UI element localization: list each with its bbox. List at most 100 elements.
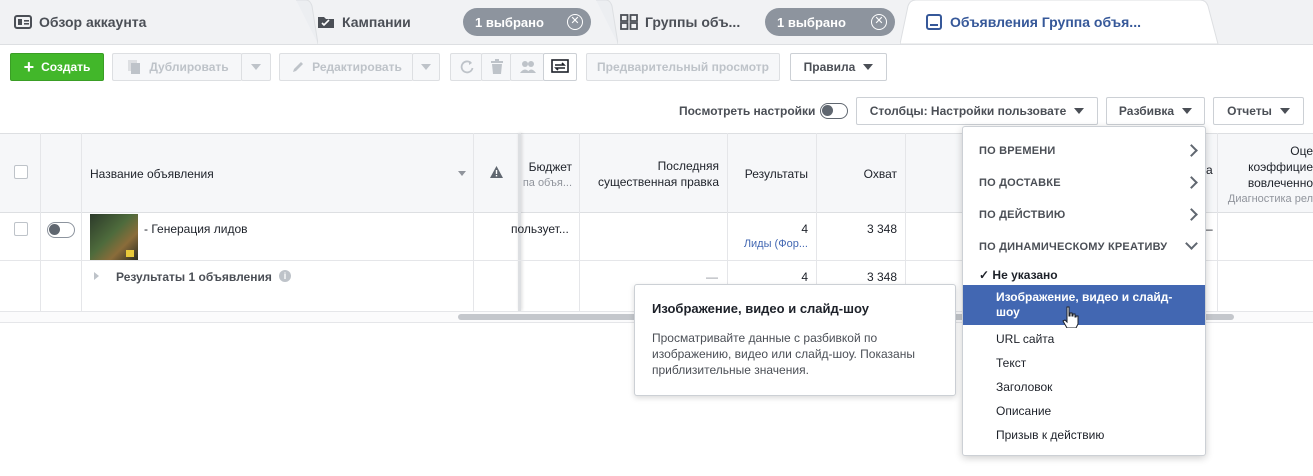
duplicate-icon	[128, 60, 141, 74]
column-header-budget-sub: па объя...	[522, 177, 572, 189]
plus-icon: +	[23, 56, 35, 77]
ad-thumbnail[interactable]	[90, 214, 138, 260]
edit-button[interactable]: Редактировать	[279, 53, 413, 81]
selection-count: 1 выбрано	[475, 14, 544, 30]
column-header-ad-name[interactable]: Название объявления	[90, 167, 214, 181]
column-header-partial: а	[1206, 163, 1213, 177]
compare-button[interactable]	[543, 53, 577, 81]
header-line: вовлеченно	[1247, 176, 1313, 190]
compare-icon	[551, 59, 569, 73]
refresh-button[interactable]	[450, 53, 482, 81]
breakdown-item-none[interactable]: ✓ Не указано	[979, 268, 1058, 282]
refresh-icon	[460, 60, 473, 74]
reports-label: Отчеты	[1227, 104, 1272, 118]
folder-icon	[318, 17, 334, 28]
breakdown-item-text[interactable]: Текст	[996, 356, 1026, 370]
tab-divider	[296, 0, 318, 44]
tab-divider	[596, 0, 618, 44]
breakdown-item-website-url[interactable]: URL сайта	[996, 332, 1054, 346]
breakdown-item-call-to-action[interactable]: Призыв к действию	[996, 428, 1104, 442]
rules-button[interactable]: Правила	[790, 53, 887, 81]
breakdown-tooltip: Изображение, видео и слайд-шоу Просматри…	[634, 284, 956, 396]
selection-count: 1 выбрано	[777, 14, 846, 30]
ad-name[interactable]: - Генерация лидов	[144, 222, 248, 236]
tab-campaigns[interactable]: Кампании	[317, 0, 411, 44]
view-settings-label: Посмотреть настройки	[679, 104, 816, 118]
chevron-right-icon	[1185, 208, 1198, 221]
breakdown-label: Разбивка	[1118, 104, 1175, 118]
tab-label: Обзор аккаунта	[39, 14, 147, 30]
duplicate-button[interactable]: Дублировать	[112, 53, 242, 81]
audience-button[interactable]	[510, 53, 544, 81]
create-button[interactable]: + Создать	[10, 53, 104, 81]
column-header-last-edit[interactable]: Последняя существенная правка	[583, 158, 719, 190]
breakdown-item-headline[interactable]: Заголовок	[996, 380, 1052, 394]
clear-selection-icon[interactable]: ✕	[567, 14, 583, 30]
header-line: коэффицие	[1248, 160, 1313, 174]
column-header-engagement[interactable]: Оце коэффицие вовлеченно Диагностика рел	[1220, 143, 1313, 207]
view-settings-toggle[interactable]	[820, 103, 848, 119]
ad-results: 4	[801, 222, 808, 236]
highlighted-item-label: Изображение, видео и слайд-шоу	[996, 290, 1173, 319]
delete-button[interactable]	[481, 53, 511, 81]
breakdown-category-action[interactable]: ПО ДЕЙСТВИЮ	[979, 209, 1065, 221]
summary-last-edit: —	[706, 270, 718, 284]
ad-results-type[interactable]: Лиды (Фор...	[730, 238, 808, 250]
campaigns-selection-pill[interactable]: 1 выбрано ✕	[463, 8, 591, 36]
summary-reach: 3 348	[866, 270, 897, 284]
column-header-reach[interactable]: Охват	[820, 167, 897, 181]
sort-icon[interactable]	[458, 171, 466, 176]
chevron-down-icon	[1185, 237, 1198, 250]
breakdown-item-description[interactable]: Описание	[996, 404, 1051, 418]
edit-dropdown-button[interactable]	[412, 53, 440, 81]
breakdown-category-time[interactable]: ПО ВРЕМЕНИ	[979, 145, 1056, 157]
item-label: Не указано	[992, 268, 1058, 282]
chevron-down-icon	[421, 64, 431, 70]
preview-button[interactable]: Предварительный просмотр	[586, 53, 780, 81]
tab-ad-sets[interactable]: Группы объ...	[620, 0, 740, 44]
ad-status-toggle[interactable]	[47, 222, 75, 238]
people-icon	[519, 61, 536, 73]
ad-budget: пользует...	[511, 222, 569, 236]
select-all-checkbox[interactable]	[14, 165, 28, 179]
chevron-down-icon	[863, 64, 874, 70]
clear-selection-icon[interactable]: ✕	[871, 14, 887, 30]
chevron-down-icon	[1182, 108, 1193, 114]
breakdown-menu: ПО ВРЕМЕНИ ПО ДОСТАВКЕ ПО ДЕЙСТВИЮ ПО ДИ…	[962, 126, 1206, 456]
tab-edge	[1218, 44, 1313, 45]
duplicate-label: Дублировать	[149, 60, 229, 74]
column-header-budget[interactable]: Бюджет	[524, 160, 572, 174]
summary-label: Результаты 1 объявления	[116, 270, 272, 284]
checkmark-icon: ✓	[979, 268, 990, 282]
trash-icon	[490, 59, 503, 74]
tab-bar: Обзор аккаунта Кампании 1 выбрано ✕ Груп…	[0, 0, 1313, 44]
tab-label: Объявления Группа объя...	[950, 14, 1141, 30]
ad-sets-selection-pill[interactable]: 1 выбрано ✕	[765, 8, 895, 36]
breakdown-button[interactable]: Разбивка	[1106, 97, 1205, 125]
tab-label: Кампании	[342, 14, 411, 30]
duplicate-dropdown-button[interactable]	[241, 53, 271, 81]
row-checkbox[interactable]	[14, 222, 28, 236]
header-line: существенная правка	[598, 175, 719, 189]
info-icon[interactable]: i	[279, 270, 291, 282]
breakdown-category-dynamic-creative[interactable]: ПО ДИНАМИЧЕСКОМУ КРЕАТИВУ	[979, 241, 1167, 253]
columns-button[interactable]: Столбцы: Настройки пользовате	[856, 97, 1098, 125]
expand-icon[interactable]	[94, 272, 99, 280]
preview-label: Предварительный просмотр	[597, 60, 769, 74]
warning-icon[interactable]	[490, 166, 503, 178]
chevron-down-icon	[1279, 108, 1290, 114]
chevron-right-icon	[1185, 144, 1198, 157]
tab-account-overview[interactable]: Обзор аккаунта	[14, 0, 146, 44]
grid-line	[473, 133, 474, 311]
grid-icon	[620, 14, 638, 30]
reports-button[interactable]: Отчеты	[1213, 97, 1304, 125]
summary-results: 4	[801, 270, 808, 284]
column-header-results[interactable]: Результаты	[730, 167, 808, 181]
rules-label: Правила	[803, 60, 856, 74]
tab-ads[interactable]: Объявления Группа объя...	[925, 0, 1141, 44]
grid-line	[81, 133, 82, 311]
account-overview-icon	[14, 15, 32, 29]
tooltip-title: Изображение, видео и слайд-шоу	[652, 301, 869, 316]
tooltip-body: Просматривайте данные с разбивкой по изо…	[652, 331, 915, 377]
breakdown-category-delivery[interactable]: ПО ДОСТАВКЕ	[979, 177, 1061, 189]
